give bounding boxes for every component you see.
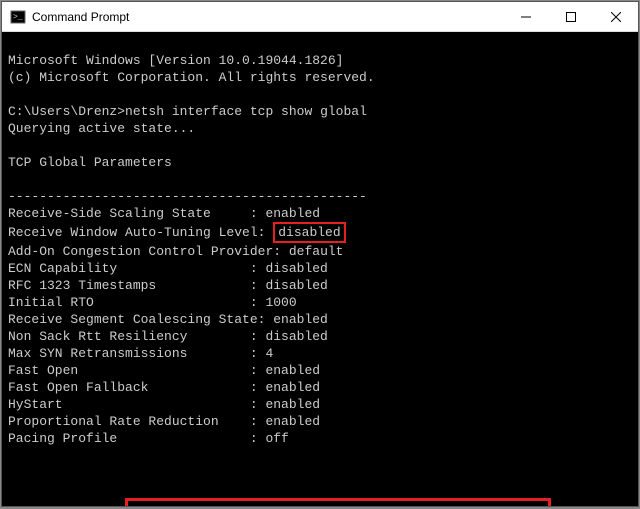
param-value: enabled [265,206,320,221]
param-row: Fast Open : enabled [8,362,632,379]
param-row: Pacing Profile : off [8,430,632,447]
param-value: enabled [265,380,320,395]
param-row: Non Sack Rtt Resiliency : disabled [8,328,632,345]
param-label: Add-On Congestion Control Provider [8,244,273,259]
param-label: Receive Segment Coalescing State [8,312,258,327]
param-colon: : [250,261,266,276]
param-colon: : [250,363,266,378]
param-colon: : [250,380,266,395]
copyright-line: (c) Microsoft Corporation. All rights re… [8,70,375,85]
param-value: 1000 [265,295,296,310]
svg-text:>_: >_ [13,13,23,22]
command-highlighted: netsh interface tcp set global autotunin… [125,498,550,506]
param-label: Fast Open Fallback [8,380,250,395]
minimize-button[interactable] [503,2,548,31]
prompt-path: C:\Users\Drenz> [8,104,125,119]
terminal-output[interactable]: Microsoft Windows [Version 10.0.19044.18… [2,32,638,506]
param-label: Max SYN Retransmissions [8,346,250,361]
param-colon: : [250,329,266,344]
param-value: disabled [265,329,327,344]
parameters-list: Receive-Side Scaling State : enabledRece… [8,205,632,447]
param-value: enabled [273,312,328,327]
window-controls [503,2,638,31]
param-value: 4 [265,346,273,361]
param-label: Receive-Side Scaling State [8,206,250,221]
dashes-separator: ----------------------------------------… [8,189,367,204]
param-row: Proportional Rate Reduction : enabled [8,413,632,430]
param-colon: : [273,244,289,259]
window-title: Command Prompt [32,10,503,24]
command-prompt-window: >_ Command Prompt Microsoft Windows [Ver… [1,1,639,507]
param-row: RFC 1323 Timestamps : disabled [8,277,632,294]
app-icon: >_ [10,9,26,25]
param-row: Initial RTO : 1000 [8,294,632,311]
param-colon: : [250,295,266,310]
param-value: off [265,431,288,446]
param-value: enabled [265,414,320,429]
param-label: HyStart [8,397,250,412]
param-label: Fast Open [8,363,250,378]
section-title: TCP Global Parameters [8,154,632,171]
param-label: Pacing Profile [8,431,250,446]
param-colon: : [250,278,266,293]
param-row: Add-On Congestion Control Provider: defa… [8,243,632,260]
param-label: ECN Capability [8,261,250,276]
param-value: default [289,244,344,259]
command-text-2: netsh interface tcp set global autotunin… [131,505,544,506]
command-text: netsh interface tcp show global [125,104,367,119]
querying-status: Querying active state... [8,121,195,136]
param-label: Receive Window Auto-Tuning Level [8,225,258,240]
param-colon: : [250,397,266,412]
param-row: Receive Window Auto-Tuning Level: disabl… [8,222,632,243]
param-value: disabled [265,261,327,276]
param-row: Fast Open Fallback : enabled [8,379,632,396]
param-row: ECN Capability : disabled [8,260,632,277]
param-colon: : [250,346,266,361]
prompt-path-2: C:\Users\Drenz> [8,505,125,506]
close-button[interactable] [593,2,638,31]
param-colon: : [250,431,266,446]
param-label: Initial RTO [8,295,250,310]
param-value: disabled [265,278,327,293]
titlebar[interactable]: >_ Command Prompt [2,2,638,32]
param-value: enabled [265,363,320,378]
param-row: Receive-Side Scaling State : enabled [8,205,632,222]
param-row: Receive Segment Coalescing State: enable… [8,311,632,328]
maximize-button[interactable] [548,2,593,31]
param-value-highlighted: disabled [273,222,345,243]
param-row: Max SYN Retransmissions : 4 [8,345,632,362]
param-colon: : [258,225,274,240]
param-label: Non Sack Rtt Resiliency [8,329,250,344]
version-line: Microsoft Windows [Version 10.0.19044.18… [8,53,343,68]
param-row: HyStart : enabled [8,396,632,413]
param-colon: : [250,206,266,221]
param-colon: : [250,414,266,429]
param-colon: : [258,312,274,327]
param-label: Proportional Rate Reduction [8,414,250,429]
param-label: RFC 1323 Timestamps [8,278,250,293]
param-value: enabled [265,397,320,412]
